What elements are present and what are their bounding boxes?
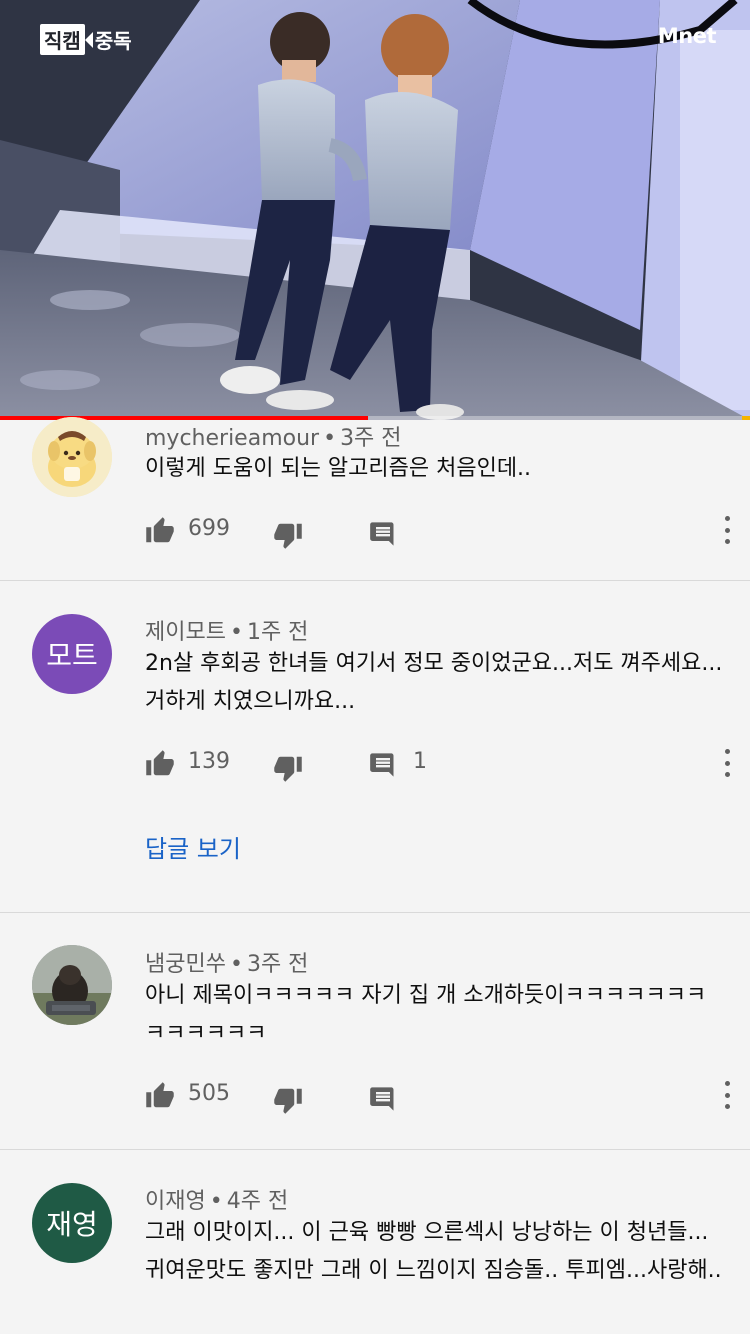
comment-meta: 제이모트 • 1주 전: [145, 614, 308, 646]
like-count: 699: [188, 516, 230, 541]
video-player[interactable]: 직캠 중독 Mnet: [0, 0, 750, 420]
avatar[interactable]: 모트: [32, 614, 112, 694]
comment-actions: 505: [145, 1077, 735, 1117]
comment-actions: 139 1: [145, 745, 735, 785]
comment-author[interactable]: 이재영: [145, 1189, 206, 1214]
comment-time: 3주 전: [246, 952, 309, 977]
comment-meta: 이재영 • 4주 전: [145, 1183, 288, 1215]
thumbs-up-icon[interactable]: [145, 516, 175, 546]
comment-icon[interactable]: [369, 1085, 397, 1113]
jikcam-logo-arrow: [84, 31, 93, 48]
comment-item: 냄궁민쑤 • 3주 전 아니 제목이ㅋㅋㅋㅋㅋ 자기 집 개 소개하듯이ㅋㅋㅋㅋㅋㅋ…: [0, 913, 750, 1150]
thumbs-down-icon[interactable]: [273, 520, 303, 550]
thumbs-down-icon[interactable]: [273, 1085, 303, 1115]
comment-text: 그래 이맛이지... 이 근육 빵빵 으른섹시 낭낭하는 이 청년들... 귀여…: [145, 1220, 722, 1283]
comments-list: mycherieamour • 3주 전 이렇게 도움이 되는 알고리즘은 처음인데…: [0, 417, 750, 1334]
video-frame: [0, 0, 750, 420]
avatar-initials: 재영: [46, 1208, 98, 1241]
more-options-button[interactable]: [719, 749, 735, 777]
comment-author[interactable]: 제이모트: [145, 620, 226, 645]
like-count: 505: [188, 1081, 230, 1106]
more-options-button[interactable]: [719, 1081, 735, 1109]
pompompurin-avatar-icon: [32, 417, 112, 497]
comment-item: 모트 제이모트 • 1주 전 2n살 후회공 한녀들 여기서 정모 중이었군요...…: [0, 581, 750, 913]
comment-icon[interactable]: [369, 751, 397, 779]
meta-separator: •: [229, 620, 243, 645]
comment-item: mycherieamour • 3주 전 이렇게 도움이 되는 알고리즘은 처음인데…: [0, 417, 750, 581]
dog-photo-avatar-icon: [32, 945, 112, 1025]
comment-meta: mycherieamour • 3주 전: [145, 420, 402, 452]
youtube-mobile-page: 직캠 중독 Mnet mycherieamour • 3주 전 이렇게 도움이 …: [0, 0, 750, 1334]
avatar[interactable]: [32, 417, 112, 497]
view-replies-link[interactable]: 답글 보기: [145, 829, 241, 864]
comment-meta: 냄궁민쑤 • 3주 전: [145, 946, 308, 978]
comment-text: 2n살 후회공 한녀들 여기서 정모 중이었군요...저도 껴주세요...거하게…: [145, 651, 723, 714]
thumbs-up-icon[interactable]: [145, 749, 175, 779]
meta-separator: •: [229, 952, 243, 977]
avatar-initials: 모트: [46, 639, 98, 672]
thumbs-down-icon[interactable]: [273, 753, 303, 783]
jikcam-logo-part1: 직캠: [40, 24, 85, 55]
thumbs-up-icon[interactable]: [145, 1081, 175, 1111]
mnet-logo: Mnet: [657, 24, 717, 48]
comment-time: 4주 전: [226, 1189, 289, 1214]
comment-time: 1주 전: [246, 620, 309, 645]
jikcam-logo-part2: 중독: [94, 29, 132, 53]
comment-time: 3주 전: [340, 426, 402, 451]
comment-text: 아니 제목이ㅋㅋㅋㅋㅋ 자기 집 개 소개하듯이ㅋㅋㅋㅋㅋㅋㅋㅋㅋㅋㅋㅋㅋ: [145, 983, 707, 1041]
comment-actions: 699: [145, 512, 735, 552]
like-count: 139: [188, 749, 230, 774]
comment-author[interactable]: 냄궁민쑤: [145, 952, 226, 977]
avatar[interactable]: 재영: [32, 1183, 112, 1263]
comment-item: 재영 이재영 • 4주 전 그래 이맛이지... 이 근육 빵빵 으른섹시 낭낭하는…: [0, 1150, 750, 1334]
avatar[interactable]: [32, 945, 112, 1025]
comment-text: 이렇게 도움이 되는 알고리즘은 처음인데..: [145, 456, 532, 481]
comment-author[interactable]: mycherieamour: [145, 426, 319, 451]
reply-count: 1: [413, 749, 427, 774]
meta-separator: •: [209, 1189, 223, 1214]
meta-separator: •: [323, 426, 337, 451]
comment-icon[interactable]: [369, 520, 397, 548]
more-options-button[interactable]: [719, 516, 735, 544]
jikcam-logo: 직캠 중독: [40, 24, 132, 55]
